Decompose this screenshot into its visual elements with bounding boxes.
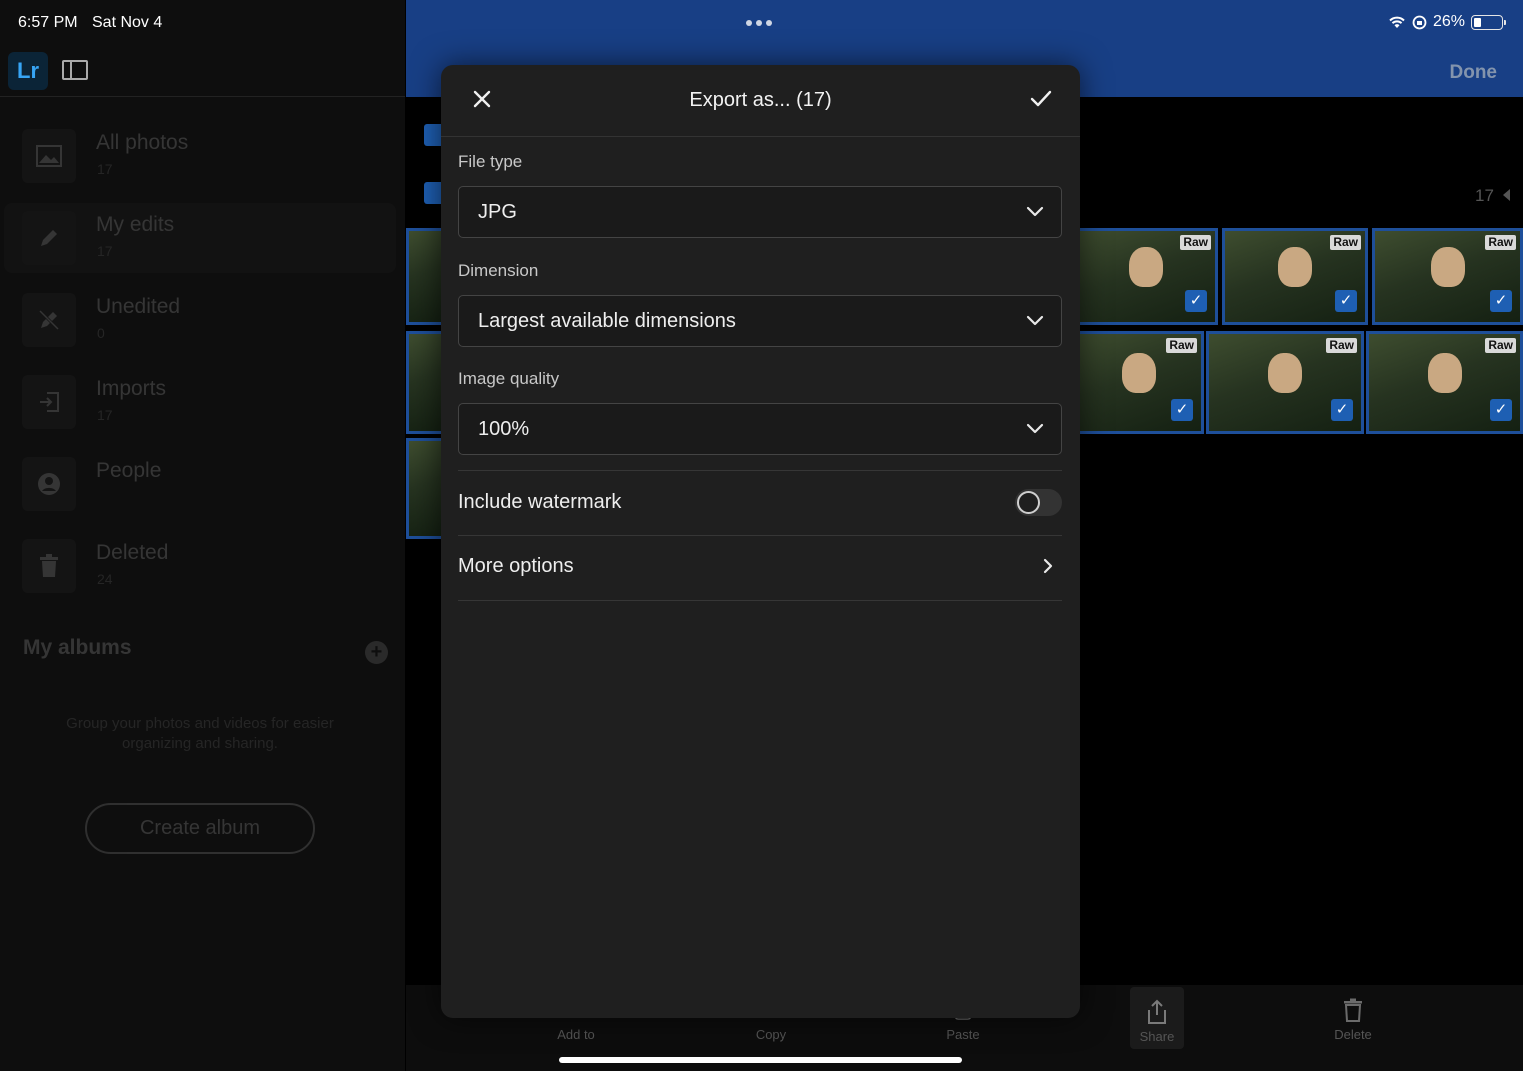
sidebar-item-count: 24 <box>97 571 113 587</box>
export-dialog: Export as... (17) File type JPG Dimensio… <box>441 65 1080 1018</box>
chevron-down-icon <box>1026 423 1044 434</box>
sidebar-item-deleted[interactable]: Deleted 24 <box>4 531 396 601</box>
delete-button[interactable]: Delete <box>1293 985 1413 1071</box>
sidebar-item-label: Deleted <box>96 541 169 564</box>
raw-badge: Raw <box>1485 338 1516 353</box>
divider <box>458 470 1062 471</box>
toolbar-label: Add to <box>557 1027 595 1042</box>
toolbar-label: Copy <box>755 1027 787 1042</box>
image-icon <box>22 129 76 183</box>
pencil-icon <box>22 211 76 265</box>
photo-subject <box>1427 352 1462 393</box>
more-options-row[interactable]: More options <box>458 536 1062 600</box>
done-button[interactable]: Done <box>1450 62 1498 84</box>
file-type-dropdown[interactable]: JPG <box>458 186 1062 238</box>
checkmark-icon[interactable]: ✓ <box>1185 290 1207 312</box>
sidebar-item-label: Imports <box>96 377 167 400</box>
photo-thumbnail[interactable]: Raw ✓ <box>1206 331 1364 434</box>
dimension-label: Dimension <box>458 261 539 280</box>
share-icon <box>1141 997 1173 1027</box>
sidebar-item-count: 0 <box>97 325 105 341</box>
add-album-icon[interactable]: + <box>365 641 388 664</box>
lightroom-logo[interactable]: Lr <box>8 52 48 90</box>
photo-thumbnail[interactable]: Raw ✓ <box>1074 228 1218 325</box>
sidebar-item-count: 17 <box>97 243 113 259</box>
file-type-label: File type <box>458 152 523 171</box>
photo-thumbnail[interactable]: Raw ✓ <box>1074 331 1204 434</box>
sidebar-toggle-icon[interactable] <box>62 60 88 80</box>
photo-count: 17 <box>1475 186 1494 205</box>
sidebar-item-my-edits[interactable]: My edits 17 <box>4 203 396 273</box>
sidebar-item-count: 17 <box>97 161 113 177</box>
sidebar-divider <box>0 96 405 97</box>
raw-badge: Raw <box>1330 235 1361 250</box>
dialog-title: Export as... (17) <box>689 89 832 111</box>
dialog-header: Export as... (17) <box>441 65 1080 137</box>
trash-icon <box>22 539 76 593</box>
more-options-label: More options <box>458 555 574 577</box>
trash-icon <box>1337 995 1369 1025</box>
sidebar-item-label: All photos <box>96 131 189 154</box>
person-icon <box>22 457 76 511</box>
photo-subject <box>1268 352 1302 393</box>
toolbar-label: Share <box>1139 1029 1175 1044</box>
divider <box>458 600 1062 601</box>
chevron-down-icon <box>1026 315 1044 326</box>
raw-badge: Raw <box>1180 235 1211 250</box>
confirm-check-icon[interactable] <box>1028 87 1054 111</box>
chevron-down-icon <box>1026 206 1044 217</box>
watermark-label: Include watermark <box>458 491 622 513</box>
toggle-knob <box>1017 491 1040 514</box>
raw-badge: Raw <box>1485 235 1516 250</box>
toolbar-label: Paste <box>946 1027 980 1042</box>
albums-heading: My albums <box>23 636 132 659</box>
sidebar-item-all-photos[interactable]: All photos 17 <box>4 121 396 191</box>
photo-thumbnail[interactable] <box>406 228 446 325</box>
sidebar-item-label: Unedited <box>96 295 181 318</box>
checkmark-icon[interactable]: ✓ <box>1331 399 1353 421</box>
photo-subject <box>1129 247 1163 288</box>
dimension-value: Largest available dimensions <box>478 310 736 332</box>
toolbar-label: Delete <box>1334 1027 1372 1042</box>
sidebar-item-label: People <box>96 459 162 482</box>
photo-thumbnail[interactable] <box>406 438 446 539</box>
photo-thumbnail[interactable]: Raw ✓ <box>1366 331 1523 434</box>
dimension-dropdown[interactable]: Largest available dimensions <box>458 295 1062 347</box>
sidebar-item-count: 17 <box>97 407 113 423</box>
photo-subject <box>1278 247 1312 288</box>
file-type-value: JPG <box>478 201 517 223</box>
share-button[interactable]: Share <box>1130 987 1184 1049</box>
photo-subject <box>1430 247 1465 288</box>
import-icon <box>22 375 76 429</box>
raw-badge: Raw <box>1326 338 1357 353</box>
image-quality-value: 100% <box>478 418 530 440</box>
photo-thumbnail[interactable]: Raw ✓ <box>1222 228 1368 325</box>
unedited-icon <box>22 293 76 347</box>
home-indicator[interactable] <box>559 1057 962 1063</box>
sidebar-item-imports[interactable]: Imports 17 <box>4 367 396 437</box>
image-quality-label: Image quality <box>458 369 560 388</box>
chevron-right-icon <box>1043 558 1053 574</box>
sidebar-item-people[interactable]: People <box>4 449 396 519</box>
photo-thumbnail[interactable]: Raw ✓ <box>1372 228 1523 325</box>
albums-empty-description: Group your photos and videos for easier … <box>66 715 334 752</box>
checkmark-icon[interactable]: ✓ <box>1490 290 1512 312</box>
photo-thumbnail[interactable] <box>406 331 446 434</box>
sidebar-item-label: My edits <box>96 213 175 236</box>
image-quality-dropdown[interactable]: 100% <box>458 403 1062 455</box>
watermark-toggle[interactable] <box>1015 489 1062 516</box>
checkmark-icon[interactable]: ✓ <box>1335 290 1357 312</box>
photo-subject <box>1122 352 1156 393</box>
checkmark-icon[interactable]: ✓ <box>1490 399 1512 421</box>
sidebar: Lr All photos 17 My edits 17 Unedited 0 <box>0 0 405 1071</box>
sidebar-item-unedited[interactable]: Unedited 0 <box>4 285 396 355</box>
checkmark-icon[interactable]: ✓ <box>1171 399 1193 421</box>
collapse-arrow-icon[interactable] <box>1503 189 1510 201</box>
create-album-button[interactable]: Create album <box>85 803 315 854</box>
raw-badge: Raw <box>1166 338 1197 353</box>
